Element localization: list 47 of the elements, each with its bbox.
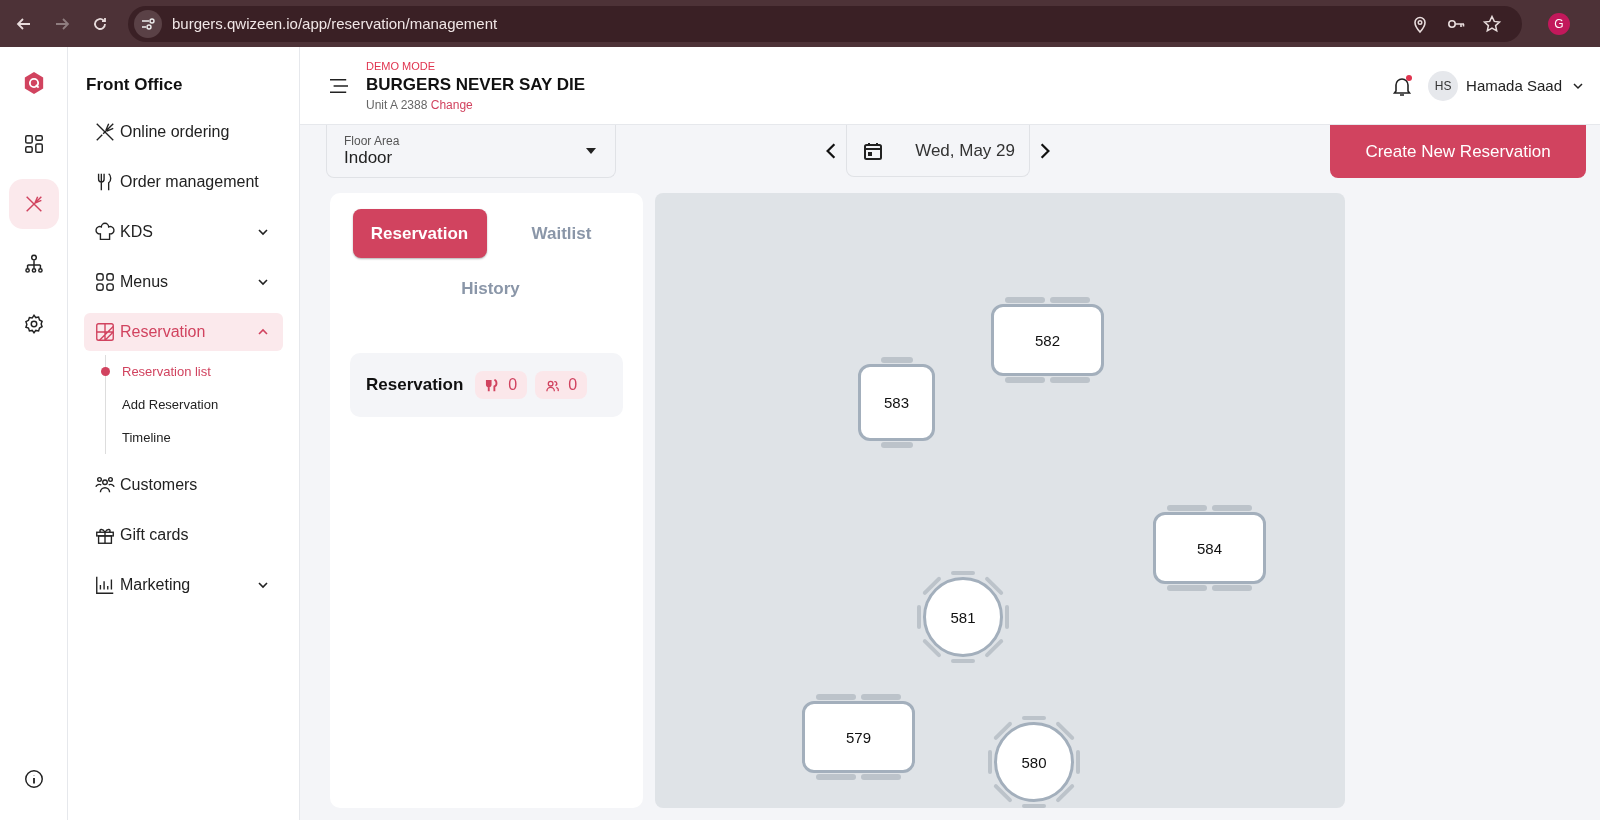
fork-knife-icon[interactable] (8, 179, 59, 229)
chevron-down-icon[interactable] (257, 226, 269, 238)
user-avatar[interactable]: HS (1428, 70, 1459, 101)
previous-icon[interactable] (824, 142, 838, 160)
active-dot (101, 367, 110, 376)
sidebar-title: Front Office (85, 75, 184, 95)
date-picker[interactable]: Wed, May 29 (846, 125, 1030, 177)
caret-icon (585, 147, 597, 155)
user-name[interactable]: Hamada Saad (1466, 77, 1562, 94)
menu-icon[interactable] (328, 76, 350, 95)
guests-count-badge: 0 (535, 371, 588, 399)
grid-icon (94, 271, 116, 293)
nav-item[interactable]: Customers (84, 466, 283, 504)
logo-icon[interactable] (22, 71, 45, 95)
nav-item[interactable]: Online ordering (84, 113, 283, 151)
sub-nav-item[interactable]: Reservation list (101, 355, 283, 388)
next-icon[interactable] (1038, 142, 1052, 160)
floor-plan-icon (94, 321, 116, 343)
sub-nav-item[interactable]: Add Reservation (101, 388, 283, 421)
profile-avatar[interactable]: G (1548, 12, 1570, 35)
tables-count-badge: 0 (475, 371, 528, 399)
cutlery-icon (94, 121, 116, 143)
nav-item[interactable]: Reservation (84, 313, 283, 351)
demo-mode-label: DEMO MODE (366, 59, 437, 72)
chevron-down-icon[interactable] (257, 276, 269, 288)
nav-item[interactable]: Gift cards (84, 516, 283, 554)
tab[interactable]: Reservation (352, 209, 487, 258)
sub-nav-item[interactable]: Timeline (101, 421, 283, 454)
site-settings-icon[interactable] (134, 9, 162, 38)
nav-item[interactable]: Menus (84, 263, 283, 301)
chevron-down-icon[interactable] (257, 579, 269, 591)
info-icon[interactable] (22, 768, 45, 790)
nav-item[interactable]: KDS (84, 213, 283, 251)
unit-label: Unit A 2388 (366, 97, 428, 112)
address-bar[interactable]: burgers.qwizeen.io/app/reservation/management (128, 5, 1522, 42)
restaurant-name: BURGERS NEVER SAY DIE (366, 74, 586, 95)
summary-title: Reservation (366, 375, 464, 395)
nav-item[interactable]: Order management (84, 163, 283, 201)
star-icon[interactable] (1482, 13, 1502, 34)
bar-chart-icon (94, 574, 116, 596)
floor-area-select[interactable]: Floor Area Indoor (326, 125, 616, 178)
url-text: burgers.qwizeen.io/app/reservation/management (172, 15, 498, 32)
calendar-icon (863, 140, 883, 161)
create-reservation-button[interactable]: Create New Reservation (1330, 125, 1586, 178)
chef-hat-icon (94, 221, 116, 243)
nav-item[interactable]: Marketing (84, 566, 283, 604)
change-link[interactable]: Change (430, 97, 473, 112)
